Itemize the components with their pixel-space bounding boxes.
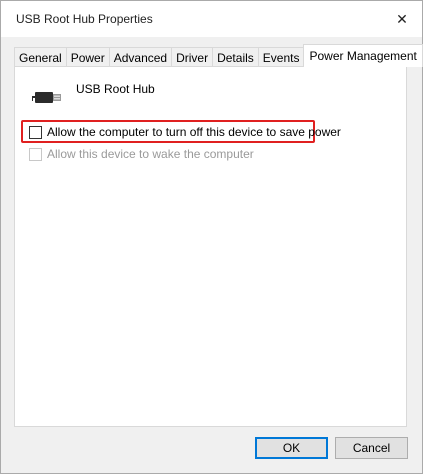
tab-details[interactable]: Details [212, 47, 259, 67]
tab-power[interactable]: Power [65, 47, 110, 67]
close-icon[interactable]: ✕ [382, 1, 422, 37]
window-title: USB Root Hub Properties [16, 12, 153, 26]
device-name: USB Root Hub [76, 82, 155, 96]
dialog-client-area: General Power Advanced Driver Details Ev… [1, 37, 423, 473]
allow-wake-label: Allow this device to wake the computer [47, 147, 254, 161]
tab-driver[interactable]: Driver [171, 47, 214, 67]
allow-turn-off-label: Allow the computer to turn off this devi… [47, 125, 341, 139]
allow-wake-checkbox [29, 147, 42, 161]
tab-events[interactable]: Events [257, 47, 305, 67]
usb-plug-icon [32, 92, 61, 103]
allow-turn-off-checkbox[interactable] [29, 125, 42, 139]
tab-strip: General Power Advanced Driver Details Ev… [14, 44, 423, 67]
title-bar: USB Root Hub Properties ✕ [1, 1, 422, 37]
power-management-panel: USB Root Hub Allow the computer to turn … [14, 66, 407, 427]
allow-wake-option: Allow this device to wake the computer [29, 147, 254, 161]
allow-turn-off-option[interactable]: Allow the computer to turn off this devi… [29, 125, 341, 139]
tab-advanced[interactable]: Advanced [108, 47, 173, 67]
ok-button[interactable]: OK [255, 437, 328, 459]
cancel-button[interactable]: Cancel [335, 437, 408, 459]
properties-dialog: USB Root Hub Properties ✕ General Power … [0, 0, 423, 474]
tab-power-management[interactable]: Power Management [303, 44, 423, 67]
tab-general[interactable]: General [14, 47, 67, 67]
